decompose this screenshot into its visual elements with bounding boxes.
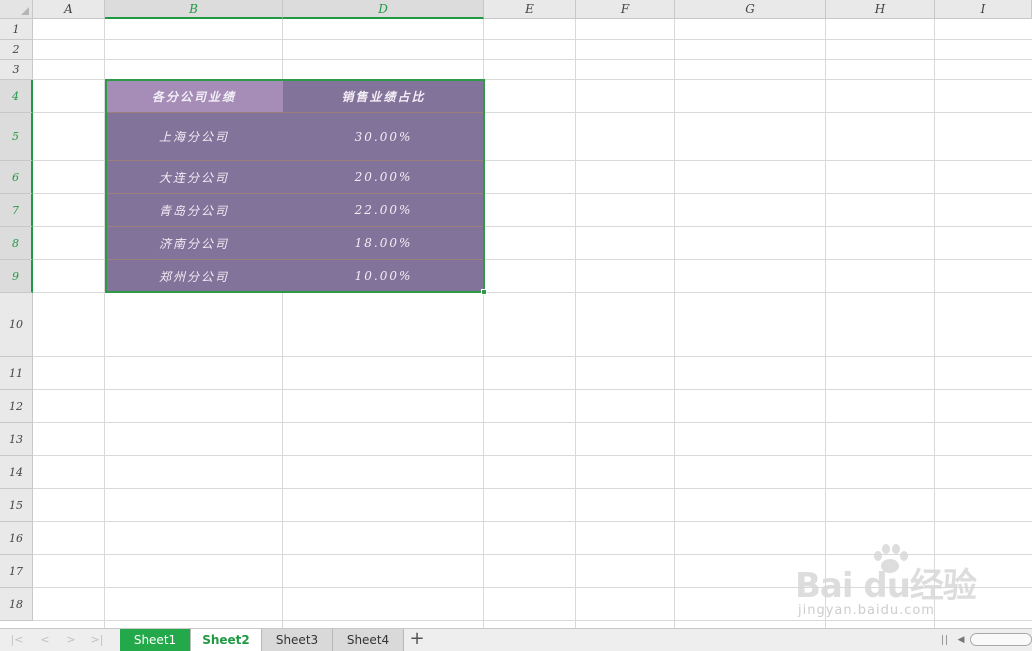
row-header-7[interactable]: 7 [0,194,33,227]
column-header-f[interactable]: F [576,0,675,19]
spreadsheet-grid: A B D E F G H I 1 2 3 4 5 6 7 8 9 10 11 … [0,0,1032,628]
row-header-1[interactable]: 1 [0,19,33,40]
row-header-17[interactable]: 17 [0,555,33,588]
gridline [33,521,1032,522]
table-cell-share[interactable]: 18.00% [283,227,484,260]
gridline [33,389,1032,390]
gridline [674,19,675,628]
table-cell-company[interactable]: 济南分公司 [105,227,283,260]
table-cell-share[interactable]: 20.00% [283,161,484,194]
sheet-tab-bar: |< < > >| Sheet1 Sheet2 Sheet3 Sheet4 + … [0,628,1032,651]
table-cell-share[interactable]: 10.00% [283,260,484,293]
row-header-10[interactable]: 10 [0,293,33,357]
row-header-6[interactable]: 6 [0,161,33,194]
scroll-left-icon[interactable]: ◀ [954,633,968,647]
gridline [934,19,935,628]
gridline [33,554,1032,555]
prev-sheet-icon[interactable]: < [36,632,54,648]
column-header-i[interactable]: I [935,0,1032,19]
last-sheet-icon[interactable]: >| [88,632,106,648]
gridline [33,39,1032,40]
select-all-corner[interactable] [0,0,33,19]
row-header-12[interactable]: 12 [0,390,33,423]
table-cell-company[interactable]: 大连分公司 [105,161,283,194]
tab-sheet4[interactable]: Sheet4 [333,629,404,651]
row-header-13[interactable]: 13 [0,423,33,456]
row-header-18[interactable]: 18 [0,588,33,621]
gridline [33,488,1032,489]
column-header-g[interactable]: G [675,0,826,19]
table-cell-company[interactable]: 上海分公司 [105,113,283,161]
row-header-3[interactable]: 3 [0,60,33,80]
watermark-brand: Bai du经验 [795,566,977,606]
fill-handle[interactable] [481,289,487,295]
row-header-15[interactable]: 15 [0,489,33,522]
column-header-e[interactable]: E [484,0,576,19]
gridline [33,455,1032,456]
first-sheet-icon[interactable]: |< [8,632,26,648]
watermark-url: jingyan.baidu.com [798,603,935,618]
split-handle-icon[interactable] [942,635,947,645]
gridline [33,59,1032,60]
tab-sheet1[interactable]: Sheet1 [120,629,191,651]
gridline [33,587,1032,588]
table-cell-company[interactable]: 郑州分公司 [105,260,283,293]
gridline [33,620,1032,621]
table-cell-company[interactable]: 青岛分公司 [105,194,283,227]
column-header-b[interactable]: B [105,0,283,19]
gridline [575,19,576,628]
row-header-4[interactable]: 4 [0,80,33,113]
row-header-16[interactable]: 16 [0,522,33,555]
gridline [825,19,826,628]
row-header-9[interactable]: 9 [0,260,33,293]
row-header-2[interactable]: 2 [0,40,33,60]
table-cell-share[interactable]: 22.00% [283,194,484,227]
row-header-11[interactable]: 11 [0,357,33,390]
row-header-5[interactable]: 5 [0,113,33,161]
next-sheet-icon[interactable]: > [62,632,80,648]
select-all-triangle-icon [21,7,29,15]
gridline [33,422,1032,423]
table-header-share[interactable]: 销售业绩占比 [283,80,484,113]
table-header-company[interactable]: 各分公司业绩 [105,80,283,113]
column-header-d[interactable]: D [283,0,484,19]
row-header-8[interactable]: 8 [0,227,33,260]
tab-sheet2[interactable]: Sheet2 [191,629,262,651]
row-header-14[interactable]: 14 [0,456,33,489]
table-cell-share[interactable]: 30.00% [283,113,484,161]
column-header-h[interactable]: H [826,0,935,19]
gridline [33,356,1032,357]
column-header-a[interactable]: A [33,0,105,19]
tab-sheet3[interactable]: Sheet3 [262,629,333,651]
scrollbar-thumb[interactable] [970,633,1032,646]
horizontal-scrollbar[interactable]: ◀ [942,632,1032,648]
baidu-paw-icon [874,544,908,573]
add-sheet-button[interactable]: + [408,629,426,651]
